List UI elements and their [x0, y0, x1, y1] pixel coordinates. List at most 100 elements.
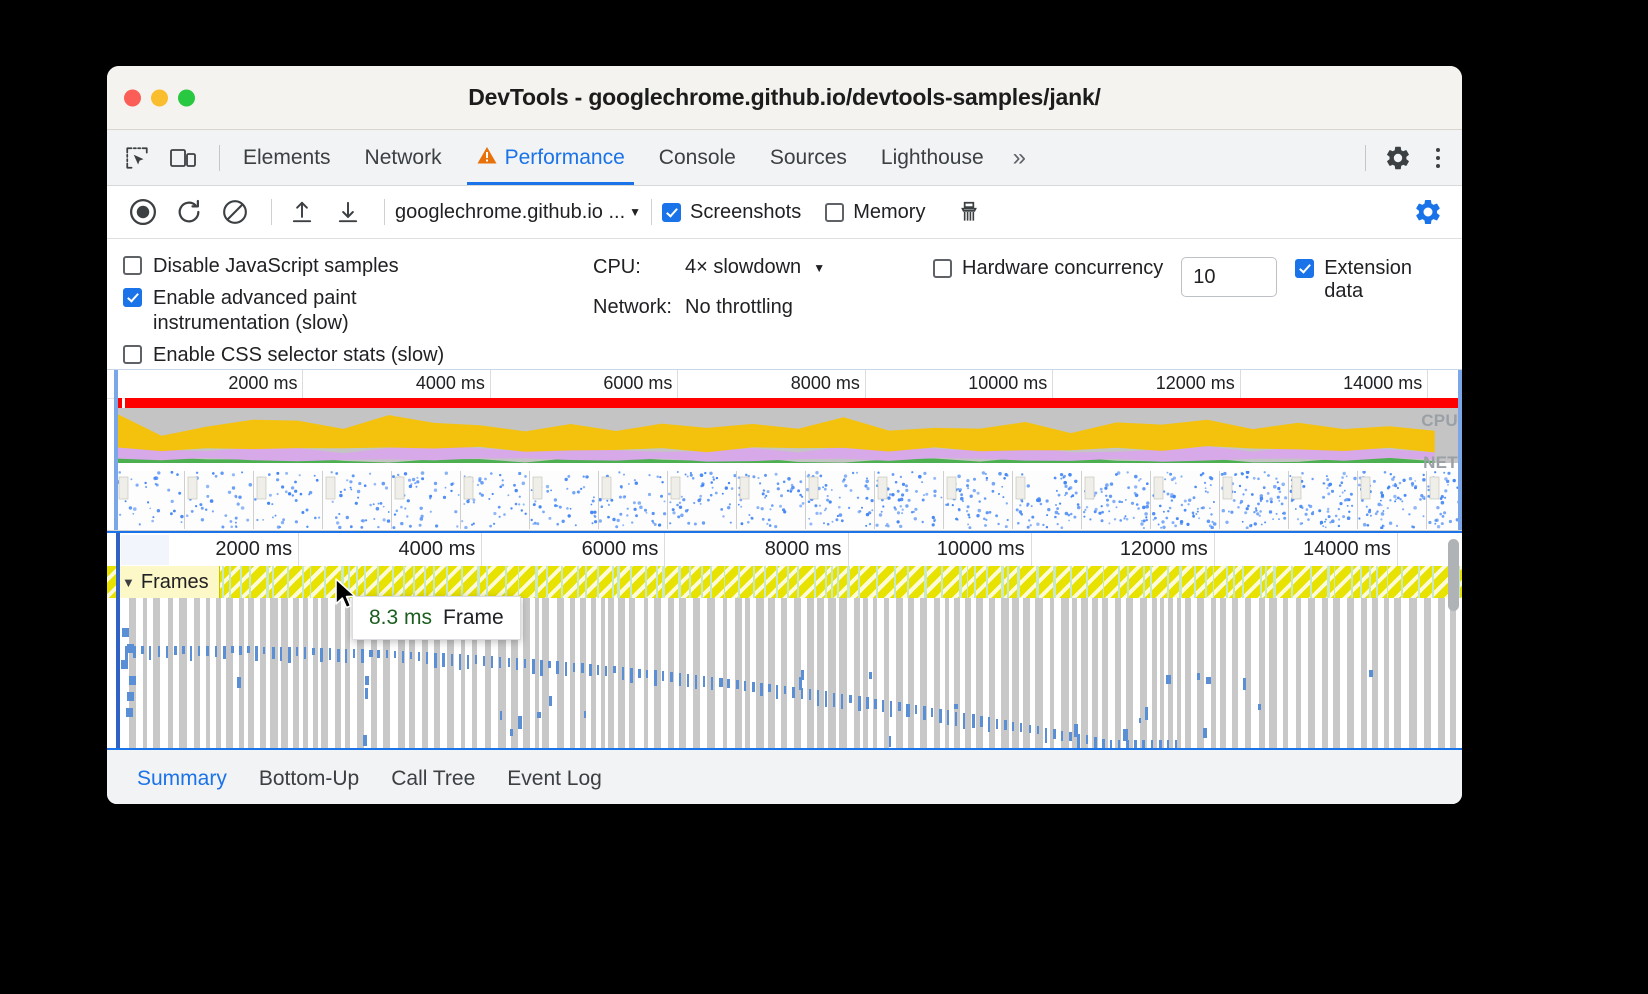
filmstrip-thumbnail[interactable]: [323, 471, 392, 529]
filmstrip-thumbnail[interactable]: [806, 471, 875, 529]
flame-chart-event[interactable]: [540, 660, 543, 676]
flame-chart-task-bar[interactable]: [1152, 598, 1157, 748]
flame-chart-task-bar[interactable]: [194, 598, 200, 748]
flame-chart-event[interactable]: [190, 646, 192, 662]
flame-chart-event[interactable]: [841, 694, 843, 709]
flame-chart-event[interactable]: [549, 696, 552, 706]
flame-chart-task-bar[interactable]: [1438, 598, 1444, 748]
flame-chart-event[interactable]: [174, 646, 177, 656]
flame-chart-task-bar[interactable]: [179, 598, 187, 748]
flame-chart-event[interactable]: [518, 716, 522, 729]
flame-chart-event[interactable]: [500, 711, 502, 720]
flame-chart-task-bar[interactable]: [239, 598, 244, 748]
flame-chart-event[interactable]: [573, 663, 575, 673]
flame-chart-task-bar[interactable]: [693, 598, 700, 748]
flame-chart-task-bar[interactable]: [1283, 598, 1289, 748]
flame-chart-event[interactable]: [377, 650, 379, 658]
extension-data-box[interactable]: [1295, 259, 1314, 278]
flame-chart-task-bar[interactable]: [828, 598, 836, 748]
flame-chart-event[interactable]: [727, 679, 730, 689]
tab-sources[interactable]: Sources: [753, 130, 864, 185]
flame-chart-event[interactable]: [1206, 677, 1210, 684]
flame-chart-task-bar[interactable]: [1259, 598, 1266, 748]
flame-chart-event[interactable]: [129, 676, 136, 685]
filmstrip-thumbnail[interactable]: [1220, 471, 1289, 529]
frames-track[interactable]: [107, 566, 1462, 598]
flame-chart-event[interactable]: [752, 682, 755, 693]
flame-chart-task-bar[interactable]: [768, 598, 776, 748]
flame-chart-task-bar[interactable]: [1333, 598, 1340, 748]
flame-chart-event[interactable]: [1134, 740, 1137, 748]
collect-garbage-icon[interactable]: [949, 192, 989, 232]
flame-chart-event[interactable]: [654, 670, 657, 685]
hardware-concurrency-input[interactable]: [1181, 257, 1277, 297]
flame-chart-event[interactable]: [369, 650, 372, 657]
flame-chart-event[interactable]: [1074, 724, 1079, 737]
flame-chart-event[interactable]: [365, 688, 369, 699]
flame-chart-task-bar[interactable]: [1394, 598, 1402, 748]
flame-chart-event[interactable]: [516, 658, 518, 670]
flame-chart-event[interactable]: [1139, 718, 1142, 723]
flame-chart-task-bar[interactable]: [1168, 598, 1173, 748]
flame-chart-task-bar[interactable]: [321, 598, 328, 748]
flame-chart-event[interactable]: [1029, 725, 1031, 734]
flame-chart-event[interactable]: [548, 661, 551, 668]
memory-checkbox[interactable]: Memory: [825, 201, 925, 224]
flame-chart-task-bar[interactable]: [934, 598, 940, 748]
flame-chart-event[interactable]: [1243, 678, 1247, 690]
flame-chart-task-bar[interactable]: [1347, 598, 1354, 748]
filmstrip-thumbnail[interactable]: [737, 471, 806, 529]
flame-chart-event[interactable]: [149, 646, 151, 660]
flame-chart-task-bar[interactable]: [248, 598, 254, 748]
filmstrip-thumbnail[interactable]: [944, 471, 1013, 529]
flame-chart-event[interactable]: [1020, 723, 1022, 732]
filmstrip-thumbnail[interactable]: [530, 471, 599, 529]
flame-chart-event[interactable]: [1175, 740, 1177, 748]
flame-chart-task-bar[interactable]: [1409, 598, 1417, 748]
flame-chart-task-bar[interactable]: [542, 598, 549, 748]
flame-chart-task-bar[interactable]: [1102, 598, 1108, 748]
flame-chart-event[interactable]: [166, 646, 169, 658]
flame-chart-task-bar[interactable]: [1185, 598, 1191, 748]
flame-chart-task-bar[interactable]: [1081, 598, 1088, 748]
flame-chart-event[interactable]: [1151, 740, 1154, 748]
flame-chart-event[interactable]: [889, 736, 892, 747]
flame-chart-event[interactable]: [1012, 722, 1014, 732]
flame-chart-event[interactable]: [296, 647, 298, 655]
flame-chart-body[interactable]: [107, 598, 1462, 748]
flame-chart-task-bar[interactable]: [1115, 598, 1122, 748]
flame-chart-task-bar[interactable]: [303, 598, 308, 748]
flame-chart-task-bar[interactable]: [854, 598, 860, 748]
flame-chart-task-bar[interactable]: [707, 598, 715, 748]
tab-summary[interactable]: Summary: [121, 750, 243, 804]
flame-chart-event[interactable]: [1203, 728, 1207, 739]
flame-chart-event[interactable]: [237, 677, 241, 688]
flame-chart-event[interactable]: [589, 664, 592, 676]
filmstrip-thumbnail[interactable]: [668, 471, 737, 529]
flame-chart-task-bar[interactable]: [1220, 598, 1226, 748]
flame-chart-event[interactable]: [581, 663, 584, 673]
tab-performance[interactable]: Performance: [459, 130, 642, 185]
flame-chart-task-bar[interactable]: [884, 598, 889, 748]
flame-chart-task-bar[interactable]: [735, 598, 742, 748]
flame-chart-event[interactable]: [890, 701, 892, 717]
flame-chart-task-bar[interactable]: [281, 598, 288, 748]
flame-chart-event[interactable]: [426, 652, 428, 664]
filmstrip-thumbnail[interactable]: [1427, 471, 1462, 529]
flame-chart-task-bar[interactable]: [1050, 598, 1054, 748]
flame-chart-task-bar[interactable]: [839, 598, 847, 748]
flame-chart-task-bar[interactable]: [781, 598, 787, 748]
advanced-paint-checkbox[interactable]: Enable advanced paint instrumentation (s…: [123, 286, 593, 336]
flame-chart-task-bar[interactable]: [1424, 598, 1431, 748]
flame-chart-event[interactable]: [1197, 673, 1200, 681]
filmstrip-thumbnail[interactable]: [1358, 471, 1427, 529]
flame-chart-event[interactable]: [622, 667, 625, 679]
flame-chart-event[interactable]: [792, 687, 795, 698]
device-toolbar-icon[interactable]: [163, 138, 203, 178]
flame-chart-task-bar[interactable]: [896, 598, 903, 748]
flame-chart-event[interactable]: [272, 647, 275, 659]
flame-chart-event[interactable]: [467, 655, 469, 669]
flame-chart-task-bar[interactable]: [756, 598, 764, 748]
flame-chart-event[interactable]: [1037, 726, 1039, 734]
flame-chart-task-bar[interactable]: [1140, 598, 1147, 748]
